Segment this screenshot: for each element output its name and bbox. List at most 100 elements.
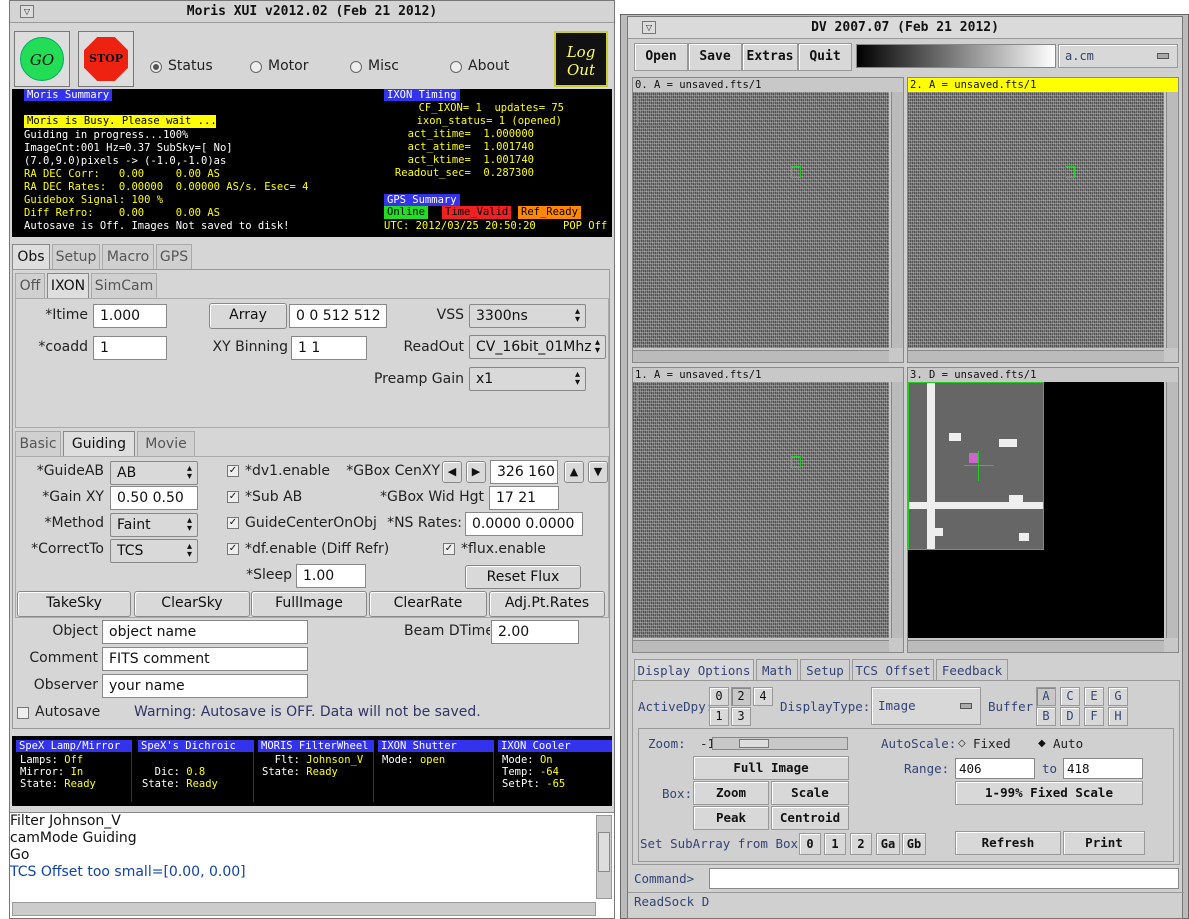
frame-hscroll-1[interactable]: [633, 640, 889, 652]
buffer-h-button[interactable]: H: [1108, 707, 1128, 726]
scale-button[interactable]: Scale: [771, 781, 849, 805]
guidecenter-checkbox[interactable]: ✓: [227, 517, 239, 529]
zoom-slider-thumb[interactable]: [739, 739, 769, 748]
flux-enable-checkbox[interactable]: ✓: [443, 543, 455, 555]
frame-hscroll-2[interactable]: [908, 350, 1164, 362]
tab-off[interactable]: Off: [15, 273, 45, 299]
subarray-1-button[interactable]: 1: [824, 833, 846, 855]
log-horizontal-scrollbar[interactable]: [12, 902, 596, 916]
window-menu-icon[interactable]: ▽: [642, 21, 656, 34]
gbox-right-button[interactable]: ▶: [466, 461, 486, 483]
readout-select[interactable]: CV_16bit_01Mhz ▴ ▾: [469, 335, 606, 359]
buffer-a-button[interactable]: A: [1036, 687, 1056, 706]
display-frame-0[interactable]: 0. A = unsaved.fts/1: [632, 77, 904, 363]
tab-display-options[interactable]: Display Options: [634, 659, 754, 681]
clearsky-button[interactable]: ClearSky: [134, 591, 250, 617]
fixed-scale-button[interactable]: 1-99% Fixed Scale: [955, 781, 1143, 805]
observer-input[interactable]: your name: [102, 674, 308, 698]
array-button[interactable]: Array: [209, 303, 287, 329]
stop-button[interactable]: STOP: [78, 31, 134, 87]
refresh-button[interactable]: Refresh: [955, 831, 1061, 855]
tab-movie[interactable]: Movie: [137, 431, 195, 457]
correctto-select[interactable]: TCS ▴ ▾: [110, 539, 198, 563]
frame-hscroll-3[interactable]: [908, 640, 1164, 652]
quit-button[interactable]: Quit: [798, 43, 852, 71]
command-input[interactable]: [709, 868, 1179, 889]
colormap-select[interactable]: a.cm: [1058, 44, 1178, 68]
dv1-enable-checkbox[interactable]: ✓: [227, 465, 239, 477]
log-text-area[interactable]: Filter Johnson_V camMode Guiding Go TCS …: [10, 812, 614, 918]
xybinning-input[interactable]: 1 1: [291, 336, 367, 360]
fullimage-button[interactable]: FullImage: [251, 591, 367, 617]
buffer-e-button[interactable]: E: [1084, 687, 1104, 706]
buffer-f-button[interactable]: F: [1084, 707, 1104, 726]
gbox-widhgt-input[interactable]: 17 21: [489, 486, 559, 510]
frame-vscroll-2[interactable]: [1166, 92, 1178, 348]
range-max-input[interactable]: 418: [1063, 758, 1143, 779]
tab-guiding[interactable]: Guiding: [63, 431, 135, 457]
subab-checkbox[interactable]: ✓: [227, 491, 239, 503]
autosave-checkbox[interactable]: [17, 707, 29, 719]
subarray-gb-button[interactable]: Gb: [902, 833, 926, 855]
dpy-3-button[interactable]: 3: [731, 707, 751, 726]
gbox-left-button[interactable]: ◀: [442, 461, 462, 483]
tab-setup[interactable]: Setup: [52, 244, 100, 270]
radio-motor[interactable]: [250, 61, 262, 73]
print-button[interactable]: Print: [1063, 831, 1145, 855]
tab-gps[interactable]: GPS: [156, 244, 192, 270]
buffer-d-button[interactable]: D: [1060, 707, 1080, 726]
coadd-input[interactable]: 1: [93, 336, 167, 360]
tab-tcs-offset[interactable]: TCS Offset: [852, 659, 934, 681]
tab-math[interactable]: Math: [756, 659, 798, 681]
display-frame-2[interactable]: 2. A = unsaved.fts/1: [907, 77, 1179, 363]
buffer-g-button[interactable]: G: [1108, 687, 1128, 706]
logout-button[interactable]: Log Out: [554, 31, 608, 87]
centroid-button[interactable]: Centroid: [771, 806, 849, 830]
radio-status[interactable]: [150, 61, 162, 73]
sleep-input[interactable]: 1.00: [296, 564, 366, 588]
clearrate-button[interactable]: ClearRate: [369, 591, 487, 617]
gainxy-input[interactable]: 0.50 0.50: [110, 486, 198, 510]
gbox-down-button[interactable]: ▼: [588, 461, 608, 483]
peak-button[interactable]: Peak: [693, 806, 769, 830]
array-input[interactable]: 0 0 512 512: [289, 304, 387, 328]
dpy-2-button[interactable]: 2: [731, 687, 751, 706]
log-vertical-scrollbar[interactable]: [596, 815, 612, 899]
auto-radio[interactable]: ◆: [1038, 739, 1046, 749]
object-input[interactable]: object name: [102, 620, 308, 644]
displaytype-select[interactable]: Image: [871, 687, 981, 725]
dpy-0-button[interactable]: 0: [709, 687, 729, 706]
guideab-select[interactable]: AB ▴ ▾: [110, 461, 198, 485]
gbox-cenxy-input[interactable]: 326 160: [490, 460, 558, 484]
dpy-1-button[interactable]: 1: [709, 707, 729, 726]
takesky-button[interactable]: TakeSky: [17, 591, 131, 617]
go-button[interactable]: GO: [14, 31, 70, 87]
zoom-button[interactable]: Zoom: [693, 781, 769, 805]
open-button[interactable]: Open: [634, 43, 688, 71]
extras-button[interactable]: Extras: [742, 43, 798, 71]
buffer-b-button[interactable]: B: [1036, 707, 1056, 726]
itime-input[interactable]: 1.000: [93, 304, 167, 328]
tab-setup-dv[interactable]: Setup: [800, 659, 850, 681]
tab-basic[interactable]: Basic: [15, 431, 61, 457]
save-button[interactable]: Save: [688, 43, 742, 71]
tab-feedback[interactable]: Feedback: [936, 659, 1008, 681]
frame-hscroll-0[interactable]: [633, 350, 889, 362]
frame-vscroll-3[interactable]: [1166, 382, 1178, 638]
ns-rates-input[interactable]: 0.0000 0.0000: [465, 512, 583, 536]
subarray-0-button[interactable]: 0: [799, 833, 821, 855]
comment-input[interactable]: FITS comment: [102, 647, 308, 671]
dpy-4-button[interactable]: 4: [753, 687, 773, 706]
zoom-slider[interactable]: [712, 737, 848, 750]
radio-misc[interactable]: [350, 61, 362, 73]
frame-vscroll-0[interactable]: [891, 92, 903, 348]
subarray-ga-button[interactable]: Ga: [876, 833, 900, 855]
buffer-c-button[interactable]: C: [1060, 687, 1080, 706]
fixed-radio[interactable]: ◇: [958, 739, 966, 749]
tab-macro[interactable]: Macro: [102, 244, 154, 270]
df-enable-checkbox[interactable]: ✓: [227, 543, 239, 555]
reset-flux-button[interactable]: Reset Flux: [465, 565, 581, 589]
radio-about[interactable]: [450, 61, 462, 73]
subarray-2-button[interactable]: 2: [850, 833, 872, 855]
method-select[interactable]: Faint ▴ ▾: [110, 513, 198, 537]
